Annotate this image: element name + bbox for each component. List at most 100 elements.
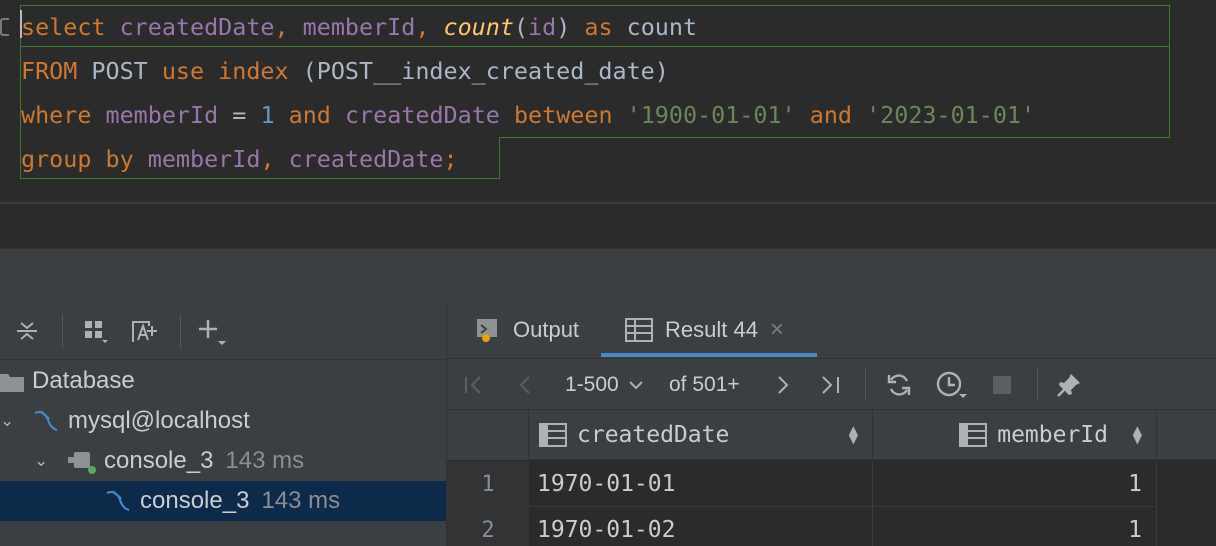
token-punct: ; <box>443 145 458 173</box>
results-panel: Output Result 44 × 1-500 of 501+ created… <box>446 302 1216 546</box>
next-page-icon[interactable] <box>771 367 793 403</box>
token-keyword: as <box>584 13 613 41</box>
code-line-3[interactable]: where memberId = 1 and createdDate betwe… <box>21 93 1035 137</box>
tree-item-label: mysql@localhost <box>68 407 250 434</box>
chevron-down-icon <box>629 381 643 390</box>
token-keyword: use index <box>161 57 289 85</box>
folder-icon <box>0 371 24 399</box>
tree-item-database[interactable]: Database <box>0 361 446 401</box>
toolbar-separator <box>1037 367 1038 401</box>
toolbar-separator <box>865 367 866 401</box>
prev-page-icon[interactable] <box>515 367 537 403</box>
column-name: memberId <box>997 422 1108 448</box>
token-keyword: group by <box>21 145 134 173</box>
history-icon[interactable] <box>935 367 967 403</box>
console-icon <box>68 449 98 484</box>
column-icon <box>539 423 567 447</box>
editor-spacer <box>0 204 1216 248</box>
refresh-icon[interactable] <box>885 367 913 403</box>
last-page-icon[interactable] <box>819 367 843 403</box>
chevron-down-icon[interactable]: ⌄ <box>0 411 14 431</box>
statement-highlight-step <box>500 137 1170 138</box>
toolbar-separator <box>62 314 63 348</box>
token-identifier: memberId <box>302 13 416 41</box>
mysql-icon <box>104 487 132 522</box>
token-keyword: select <box>21 13 106 41</box>
token-keyword: and <box>288 101 331 129</box>
cell-createdDate[interactable]: 1970-01-02 <box>529 507 873 546</box>
tab-result-44[interactable]: Result 44 × <box>625 302 784 358</box>
token-table: POST <box>77 57 162 85</box>
chevron-down-icon[interactable]: ⌄ <box>34 451 48 471</box>
token-keyword: FROM <box>21 57 78 85</box>
tab-output[interactable]: Output <box>475 302 579 358</box>
stop-icon[interactable] <box>991 367 1013 403</box>
column-name: createdDate <box>577 422 730 448</box>
code-line-1[interactable]: select createdDate, memberId, count(id) … <box>21 5 697 49</box>
table-icon <box>625 318 653 342</box>
collapse-icon[interactable] <box>10 314 44 348</box>
tab-label: Result 44 <box>665 317 758 342</box>
tree-item-mysql-localhost[interactable]: ⌄ mysql@localhost <box>0 401 446 441</box>
cell-createdDate[interactable]: 1970-01-01 <box>529 461 873 507</box>
column-header-memberId[interactable]: memberId ▲ ▼ <box>873 410 1157 460</box>
first-page-icon[interactable] <box>463 367 485 403</box>
token-index: (POST__index_created_date) <box>288 57 669 85</box>
results-toolbar: 1-500 of 501+ <box>447 358 1216 410</box>
sql-editor[interactable]: select createdDate, memberId, count(id) … <box>0 0 1216 202</box>
layout-icon[interactable] <box>78 314 112 348</box>
tree-item-label: Database <box>32 367 135 394</box>
pin-icon[interactable] <box>1055 367 1083 403</box>
token-string: '1900-01-01' <box>626 101 796 129</box>
add-icon[interactable] <box>196 314 230 348</box>
token-punct: , <box>274 13 303 41</box>
cell-memberId[interactable]: 1 <box>873 461 1157 507</box>
page-size-select[interactable]: 1-500 <box>565 367 645 403</box>
token-alias: count <box>612 13 698 41</box>
column-icon <box>959 423 988 447</box>
code-line-4[interactable]: group by memberId, createdDate; <box>21 137 458 181</box>
token-identifier: memberId <box>105 101 219 129</box>
toolbar-separator <box>180 314 181 348</box>
execution-time: 143 ms <box>261 487 341 514</box>
token-keyword: where <box>21 101 92 129</box>
cell-memberId[interactable]: 1 <box>873 507 1157 546</box>
mysql-icon <box>32 407 60 442</box>
tab-label: Output <box>513 317 580 342</box>
close-icon[interactable]: × <box>770 316 784 344</box>
tree-item-label: console_3 <box>104 447 214 474</box>
tool-window-header <box>0 248 1216 302</box>
tree-item-console-session[interactable]: ⌄ console_3 143 ms <box>0 441 446 481</box>
tree-item-console-result[interactable]: console_3 143 ms <box>0 481 446 521</box>
tree-item-text: console_3 143 ms <box>140 487 340 515</box>
results-grid: createdDate ▲ ▼ memberId ▲ ▼ 1 1970-01-01 … <box>447 410 1216 546</box>
token-identifier: id <box>528 13 557 41</box>
page-range: 1-500 <box>565 373 619 396</box>
token-keyword: and <box>809 101 852 129</box>
row-number: 1 <box>447 461 529 507</box>
row-number-header <box>447 410 529 460</box>
token-identifier: createdDate <box>288 145 444 173</box>
sort-icon[interactable]: ▲ ▼ <box>1133 424 1142 445</box>
token-keyword: between <box>513 101 613 129</box>
code-line-2[interactable]: FROM POST use index (POST__index_created… <box>21 49 669 93</box>
token-identifier: memberId <box>147 145 261 173</box>
token-string: '2023-01-01' <box>866 101 1036 129</box>
sort-icon[interactable]: ▲ ▼ <box>849 424 858 445</box>
fold-marker-icon[interactable] <box>0 18 9 36</box>
new-query-icon[interactable] <box>128 314 162 348</box>
total-count[interactable]: of 501+ <box>669 367 740 403</box>
active-tab-indicator <box>601 353 817 357</box>
column-header-createdDate[interactable]: createdDate ▲ ▼ <box>529 410 873 460</box>
token-function: count <box>443 13 514 41</box>
tree-item-text: console_3 143 ms <box>104 447 304 475</box>
